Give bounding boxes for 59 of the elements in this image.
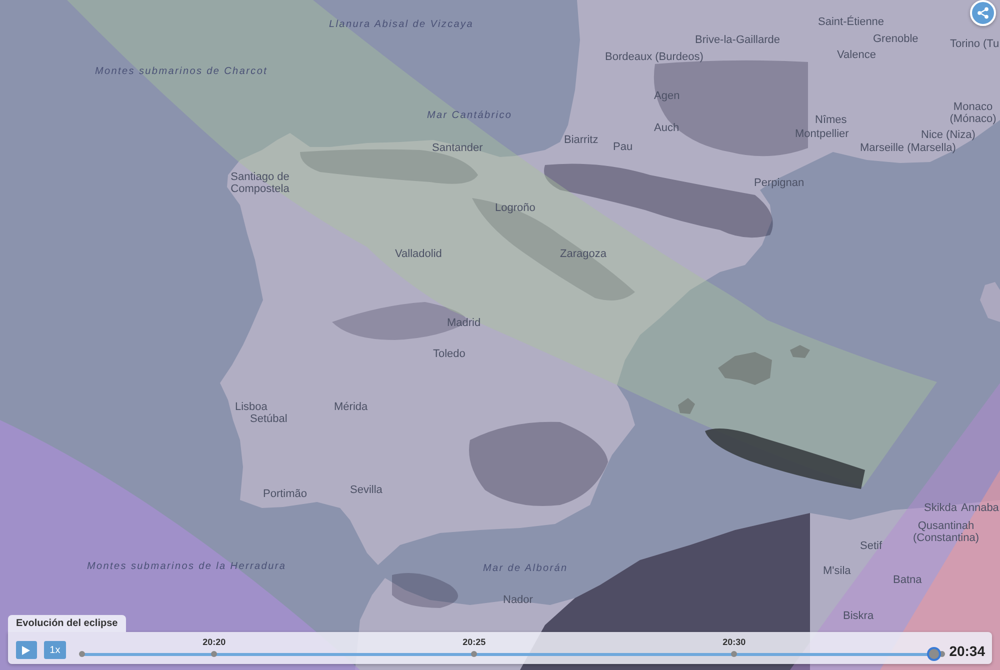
island <box>678 398 695 414</box>
city-label: Toledo <box>433 348 466 360</box>
city-label: Saint-Étienne <box>818 16 884 28</box>
city-label: Marseille (Marsella) <box>860 142 956 154</box>
city-label: Setúbal <box>250 413 288 425</box>
sea-feature-label: Montes submarinos de la Herradura <box>87 561 286 572</box>
tick-mark-icon <box>731 651 738 657</box>
city-label: Grenoble <box>873 33 918 45</box>
city-label: Sevilla <box>350 484 382 496</box>
city-label: Biskra <box>843 610 874 622</box>
island <box>980 282 1000 322</box>
city-label: Biarritz <box>564 134 598 146</box>
city-label: Monaco (Mónaco) <box>948 101 998 125</box>
city-label: Logroño <box>495 202 536 214</box>
city-label: Mérida <box>334 401 368 413</box>
city-label: Nador <box>503 594 533 606</box>
tick-label: 20:25 <box>462 637 486 647</box>
tick-mark-icon <box>79 651 86 657</box>
city-label: Lisboa <box>235 401 268 413</box>
city-label: Valladolid <box>395 248 442 260</box>
city-label: Brive-la-Gaillarde <box>695 34 780 46</box>
sea-feature-label: Llanura Abisal de Vizcaya <box>329 19 474 30</box>
tick-mark-icon <box>471 651 478 657</box>
sea-feature-label: Montes submarinos de Charcot <box>95 66 268 77</box>
city-label: Skikda <box>924 502 958 514</box>
terrain-shading <box>392 573 458 608</box>
city-label: Perpignan <box>754 177 804 189</box>
island <box>790 345 810 358</box>
slider-thumb[interactable] <box>926 647 941 661</box>
sea-feature-label: Mar de Alborán <box>483 563 568 574</box>
city-label: Madrid <box>447 317 481 329</box>
share-icon <box>977 7 989 19</box>
city-label: Agen <box>654 90 680 102</box>
city-label: Portimão <box>263 488 308 500</box>
sea-feature-label: Mar Cantábrico <box>427 110 512 121</box>
city-label: Zaragoza <box>560 248 606 260</box>
city-label: Bordeaux (Burdeos) <box>605 51 704 63</box>
play-button[interactable] <box>16 641 37 659</box>
city-label: Qusantinah (Constantina) <box>912 520 980 544</box>
panel-title: Evolución del eclipse <box>8 615 126 632</box>
city-label: Santander <box>432 142 483 154</box>
tick-label: 20:30 <box>722 637 746 647</box>
city-label: Annaba <box>961 502 999 514</box>
city-label: Pau <box>613 141 633 153</box>
speed-button[interactable]: 1x <box>44 641 66 659</box>
city-label: Torino (Tu <box>950 38 1000 50</box>
current-time: 20:34 <box>949 642 985 658</box>
city-label: Nice (Niza) <box>921 129 976 141</box>
city-label: M'sila <box>823 565 851 577</box>
tick-mark-icon <box>211 651 218 657</box>
city-label: Nîmes <box>815 114 847 126</box>
city-label: Valence <box>837 49 876 61</box>
city-label: Batna <box>893 574 922 586</box>
city-label: Auch <box>654 122 680 134</box>
tick-label: 20:20 <box>202 637 226 647</box>
city-label: Montpellier <box>795 128 849 140</box>
island <box>718 352 772 385</box>
city-label: Santiago de Compostela <box>230 171 290 195</box>
city-label: Setif <box>860 540 882 552</box>
